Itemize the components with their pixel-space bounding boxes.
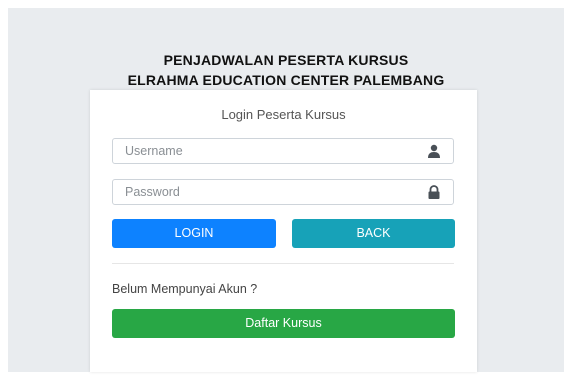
username-field-wrapper [112,138,454,164]
register-button[interactable]: Daftar Kursus [112,309,455,338]
back-button[interactable]: BACK [292,219,455,248]
lock-icon [428,185,440,199]
page-background: PENJADWALAN PESERTA KURSUS ELRAHMA EDUCA… [8,8,564,372]
register-question: Belum Mempunyai Akun ? [112,282,258,296]
app-title-line2: ELRAHMA EDUCATION CENTER PALEMBANG [127,72,445,88]
app-title-line1: PENJADWALAN PESERTA KURSUS [163,52,409,68]
login-heading: Login Peserta Kursus [221,107,346,122]
password-input[interactable] [113,180,425,204]
username-input[interactable] [113,139,425,163]
divider [112,263,454,264]
user-icon [428,144,440,158]
login-card: Login Peserta Kursus LOGIN BACK Belum Me… [90,90,477,372]
password-field-wrapper [112,179,454,205]
login-button[interactable]: LOGIN [112,219,276,248]
